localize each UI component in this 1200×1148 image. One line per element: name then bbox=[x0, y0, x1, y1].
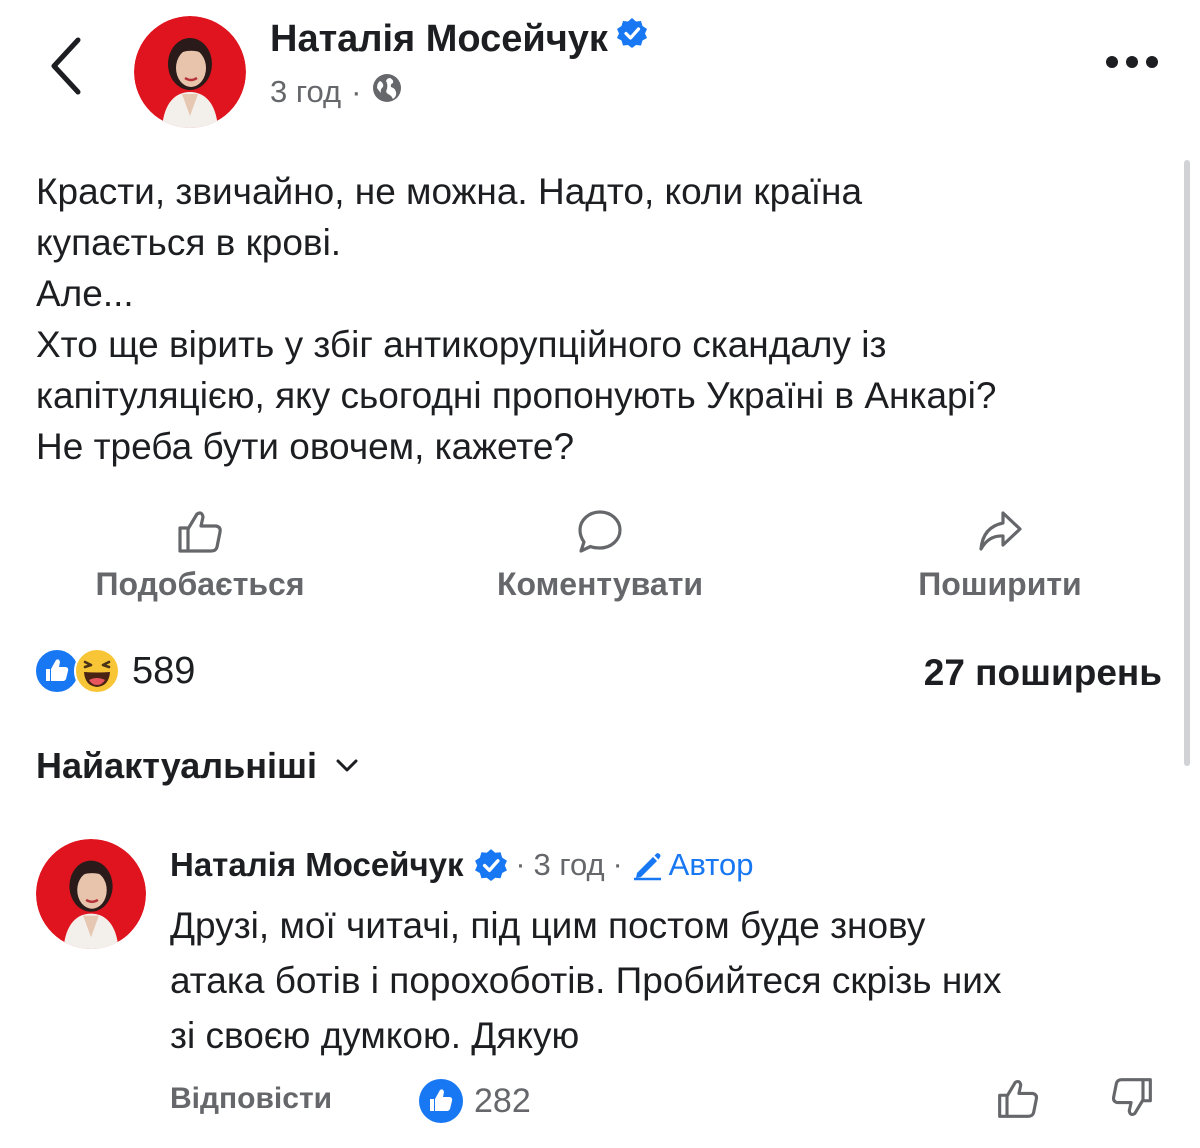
edit-icon bbox=[631, 849, 663, 881]
shares-count[interactable]: 27 поширень bbox=[924, 652, 1162, 694]
back-icon bbox=[51, 37, 81, 95]
verified-icon bbox=[474, 848, 508, 882]
author-badge: Автор bbox=[668, 847, 754, 882]
like-icon bbox=[998, 1079, 1039, 1118]
haha-reaction-icon bbox=[74, 648, 120, 694]
like-icon bbox=[178, 511, 222, 553]
post-time[interactable]: 3 год bbox=[270, 74, 341, 110]
post-text-line: Не треба бути овочем, кажете? bbox=[36, 426, 575, 467]
comment-author-avatar[interactable] bbox=[36, 839, 146, 949]
comment-time[interactable]: 3 год bbox=[534, 847, 605, 883]
comment-like-count: 282 bbox=[474, 1081, 531, 1120]
share-label: Поширити bbox=[918, 566, 1082, 602]
post-author-name[interactable]: Наталія Мосейчук bbox=[270, 18, 648, 62]
more-icon-dot bbox=[1146, 56, 1158, 68]
comment-author-name[interactable]: Наталія Мосейчук bbox=[170, 846, 464, 884]
reactions-count: 589 bbox=[132, 649, 196, 692]
comment-reactions[interactable]: 282 bbox=[418, 1078, 531, 1124]
comment-text-line: зі своєю думкою. Дякую bbox=[170, 1015, 580, 1056]
comment-sort-label: Найактуальніші bbox=[36, 745, 318, 786]
comment-text: Друзі, мої читачі, під цим постом буде з… bbox=[170, 898, 1170, 1063]
share-icon bbox=[979, 511, 1022, 551]
author-avatar[interactable] bbox=[134, 16, 246, 128]
comment-sort-dropdown[interactable]: Найактуальніші bbox=[36, 745, 359, 787]
post-text: Красти, звичайно, не можна. Надто, коли … bbox=[36, 166, 1176, 472]
meta-separator: · bbox=[351, 74, 362, 109]
comment-dislike-button[interactable] bbox=[1110, 1076, 1154, 1125]
avatar-image bbox=[36, 839, 146, 949]
post-text-line: Але... bbox=[36, 273, 134, 314]
comment-text-line: Друзі, мої читачі, під цим постом буде з… bbox=[170, 905, 926, 946]
post-text-line: купається в крові. bbox=[36, 222, 342, 263]
like-reaction-icon bbox=[419, 1079, 463, 1123]
comment-label: Коментувати bbox=[496, 566, 704, 602]
comment-icon bbox=[578, 510, 622, 553]
post-meta: 3 год · bbox=[270, 72, 403, 112]
avatar-image bbox=[134, 16, 246, 128]
comment-separator: · bbox=[515, 848, 526, 881]
share-button[interactable]: Поширити bbox=[830, 508, 1170, 603]
reactions-summary[interactable]: 589 bbox=[34, 648, 195, 694]
post-text-line: капітуляцією, яку сьогодні пропонують Ук… bbox=[36, 375, 997, 416]
reply-button[interactable]: Відповісти bbox=[170, 1082, 332, 1116]
back-button[interactable] bbox=[44, 34, 92, 98]
verified-icon bbox=[616, 16, 648, 59]
like-button[interactable]: Подобається bbox=[30, 508, 370, 603]
post-author-label: Наталія Мосейчук bbox=[270, 18, 608, 60]
globe-icon bbox=[371, 72, 403, 112]
comment-separator: · bbox=[612, 848, 623, 881]
post-text-line: Хто ще вірить у збіг антикорупційного ск… bbox=[36, 324, 887, 365]
more-options-button[interactable] bbox=[1106, 50, 1162, 74]
comment-button[interactable]: Коментувати bbox=[430, 508, 770, 603]
comment-text-line: атака ботів і порохоботів. Пробийтеся ск… bbox=[170, 960, 1002, 1001]
more-icon-dot bbox=[1126, 56, 1138, 68]
comment-like-button[interactable] bbox=[996, 1076, 1040, 1125]
post-text-line: Красти, звичайно, не можна. Надто, коли … bbox=[36, 171, 863, 212]
like-label: Подобається bbox=[95, 566, 305, 602]
chevron-down-icon bbox=[336, 759, 358, 772]
more-icon-dot bbox=[1106, 56, 1118, 68]
comment-header: Наталія Мосейчук · 3 год · Автор bbox=[170, 846, 753, 884]
dislike-icon bbox=[1111, 1078, 1152, 1117]
scrollbar[interactable] bbox=[1184, 160, 1190, 766]
